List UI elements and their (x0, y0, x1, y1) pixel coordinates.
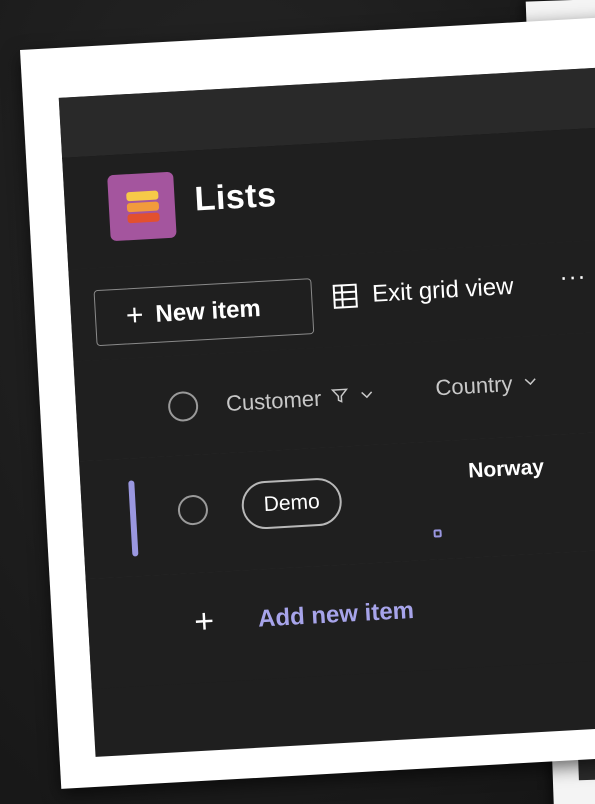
icon-layer-middle (126, 201, 160, 213)
exit-grid-view-label: Exit grid view (371, 272, 515, 308)
filter-icon (331, 386, 350, 410)
chevron-down-icon (522, 372, 539, 394)
cell-resize-handle[interactable] (433, 529, 442, 538)
page-title: Lists (193, 175, 278, 219)
icon-layer-bottom (127, 212, 160, 224)
chevron-down-icon (359, 385, 376, 407)
photo-frame: Lists + New item Exit grid view ··· Cust… (20, 14, 595, 789)
new-item-button[interactable]: + New item (93, 278, 315, 347)
new-item-label: New item (154, 294, 262, 328)
column-header-country[interactable]: Country (435, 370, 539, 402)
customer-cell[interactable]: Demo (240, 476, 344, 531)
column-header-label: Country (434, 371, 514, 401)
column-header-label: Customer (225, 385, 322, 417)
exit-grid-view-button[interactable]: Exit grid view (331, 273, 514, 311)
row-focus-indicator (128, 480, 139, 557)
lists-app-window: Lists + New item Exit grid view ··· Cust… (58, 64, 595, 757)
more-options-button[interactable]: ··· (559, 263, 588, 292)
row-select-checkbox[interactable] (177, 494, 209, 526)
plus-icon: + (125, 298, 145, 333)
screenshot-stage: ⊞ Ap Lists + New item (0, 0, 595, 804)
country-cell[interactable]: Norway (468, 455, 545, 483)
plus-icon: + (193, 602, 216, 642)
add-new-item-link[interactable]: Add new item (257, 597, 414, 634)
select-all-checkbox[interactable] (167, 390, 199, 423)
icon-layer-top (126, 190, 159, 202)
column-header-customer[interactable]: Customer (225, 383, 376, 417)
grid-icon (332, 283, 358, 309)
lists-app-icon (107, 171, 177, 242)
